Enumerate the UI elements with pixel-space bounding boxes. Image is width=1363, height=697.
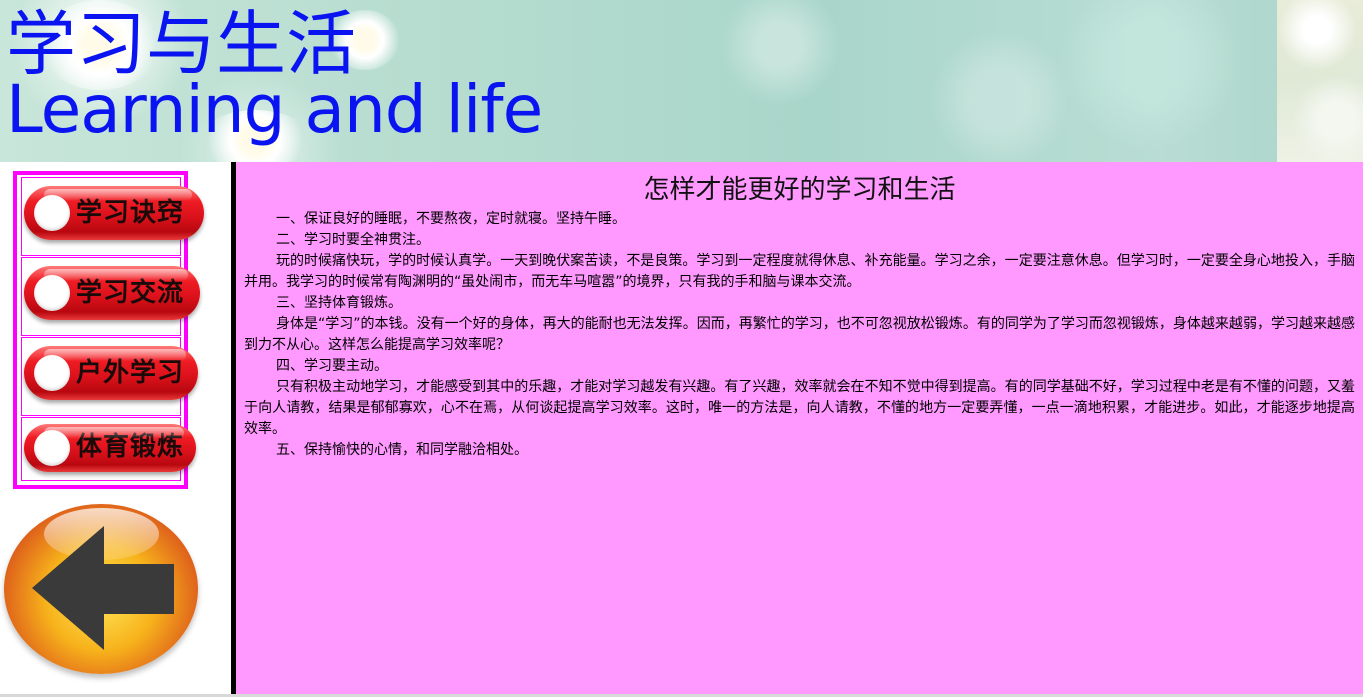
menu-pill-button[interactable]: 户外学习 — [24, 346, 198, 400]
menu-pill-button[interactable]: 学习诀窍 — [24, 186, 204, 240]
back-button[interactable] — [4, 504, 198, 674]
header-banner: 学习与生活 Learning and life — [0, 0, 1363, 162]
menu-pill-button[interactable]: 学习交流 — [24, 266, 200, 320]
article-paragraph: 三、坚持体育锻炼。 — [276, 295, 402, 311]
circle-icon — [34, 195, 70, 231]
article-paragraph: 只有积极主动地学习，才能感受到其中的乐趣，才能对学习越发有兴趣。有了兴趣，效率就… — [244, 379, 1355, 437]
menu-item-label: 学习交流 — [76, 278, 185, 308]
menu-item-label: 学习诀窍 — [76, 198, 185, 228]
sidebar: 学习诀窍 学习交流 户外学习 体育锻炼 — [0, 162, 231, 697]
article-paragraph: 四、学习要主动。 — [276, 358, 388, 374]
circle-icon — [34, 355, 70, 391]
menu-pill-button[interactable]: 体育锻炼 — [24, 424, 196, 472]
menu-item-label: 户外学习 — [76, 358, 185, 388]
article-body: 一、保证良好的睡眠，不要熬夜，定时就寝。坚持午睡。 二、学习时要全神贯注。 玩的… — [244, 209, 1355, 461]
circle-icon — [34, 275, 70, 311]
menu-item-study-tips[interactable]: 学习诀窍 — [21, 177, 204, 256]
article-paragraph: 二、学习时要全神贯注。 — [276, 232, 430, 248]
menu-item-label: 体育锻炼 — [76, 432, 185, 462]
article-paragraph: 玩的时候痛快玩，学的时候认真学。一天到晚伏案苦读，不是良策。学习到一定程度就得休… — [244, 253, 1355, 290]
article-title: 怎样才能更好的学习和生活 — [643, 175, 956, 205]
sidebar-menu: 学习诀窍 学习交流 户外学习 体育锻炼 — [13, 171, 204, 489]
banner-photo-edge — [1277, 0, 1363, 162]
article-paragraph: 身体是“学习”的本钱。没有一个好的身体，再大的能耐也无法发挥。因而，再繁忙的学习… — [244, 316, 1355, 353]
menu-item-study-exchange[interactable]: 学习交流 — [21, 257, 200, 336]
menu-item-outdoor-study[interactable]: 户外学习 — [21, 337, 198, 416]
article-paragraph: 一、保证良好的睡眠，不要熬夜，定时就寝。坚持午睡。 — [276, 211, 626, 227]
article-paragraph: 五、保持愉快的心情，和同学融洽相处。 — [276, 442, 528, 458]
article-panel: 怎样才能更好的学习和生活 一、保证良好的睡眠，不要熬夜，定时就寝。坚持午睡。 二… — [236, 162, 1363, 697]
back-arrow-icon — [32, 526, 174, 650]
circle-icon — [34, 430, 70, 466]
site-title-english: Learning and life — [6, 71, 543, 148]
menu-item-sports[interactable]: 体育锻炼 — [21, 417, 196, 481]
